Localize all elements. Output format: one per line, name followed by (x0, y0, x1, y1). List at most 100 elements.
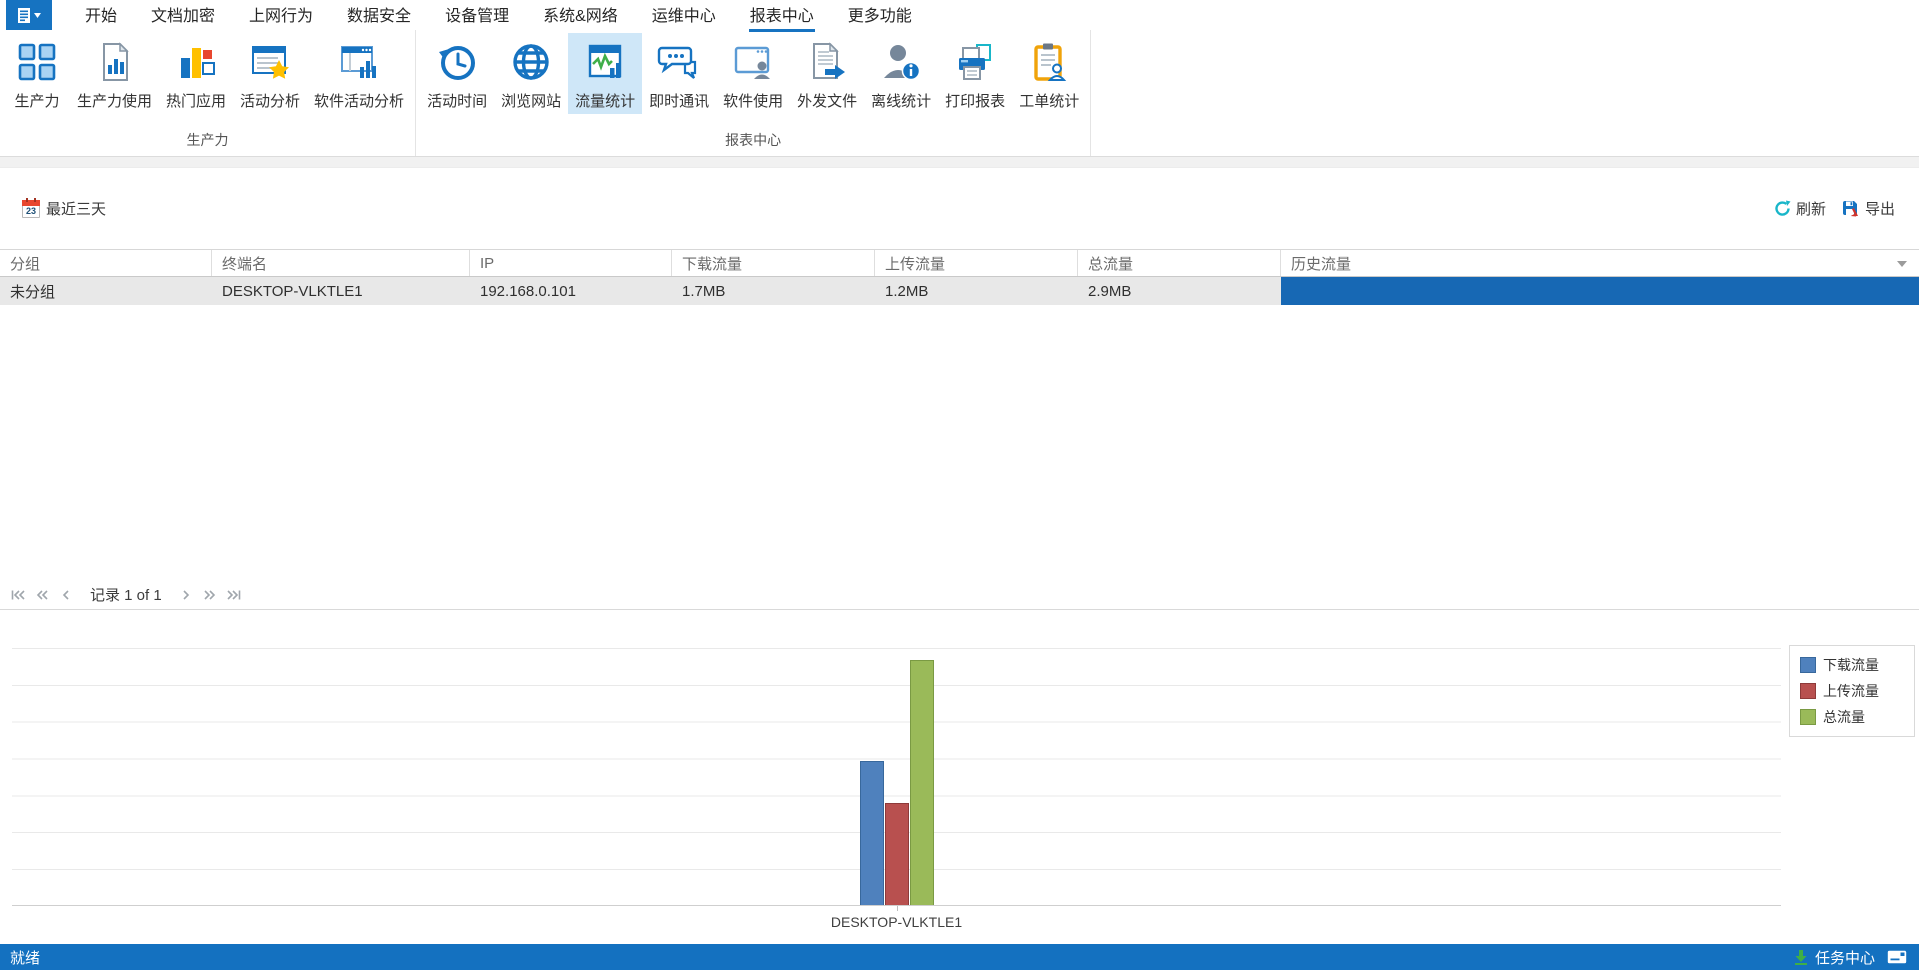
legend-item-total: 总流量 (1800, 707, 1904, 727)
cell-download: 1.7MB (682, 282, 726, 300)
app-menu-button[interactable] (6, 0, 52, 30)
ribbon-button-traffic-statistics[interactable]: 流量统计 (568, 33, 643, 114)
ribbon-button-activity-analysis[interactable]: 活动分析 (233, 33, 307, 114)
tab-device-management[interactable]: 设备管理 (428, 0, 526, 30)
tab-home[interactable]: 开始 (68, 0, 134, 30)
fast-prev-page-button[interactable] (32, 585, 52, 605)
globe-icon (507, 38, 555, 86)
ribbon-tabs: 开始 文档加密 上网行为 数据安全 设备管理 系统&网络 运维中心 报表中心 更… (68, 0, 929, 32)
chart-legend: 下载流量 上传流量 总流量 (1789, 645, 1915, 737)
ribbon-group-productivity: 生产力 生产力使用 热门应用 活动分析 软件活动分析 生产力 (0, 30, 417, 156)
clock-history-icon (433, 38, 481, 86)
tab-system-network[interactable]: 系统&网络 (526, 0, 635, 30)
column-header-download[interactable]: 下载流量 (672, 250, 875, 276)
person-info-icon (877, 38, 925, 86)
ribbon-group-label-report-center: 报表中心 (725, 132, 782, 148)
column-header-ip[interactable]: IP (470, 250, 672, 276)
legend-swatch-2 (1800, 709, 1816, 725)
tab-doc-encryption[interactable]: 文档加密 (134, 0, 232, 30)
bar-chart-icon (172, 38, 220, 86)
cell-terminal: DESKTOP-VLKTLE1 (222, 282, 363, 300)
cell-group: 未分组 (10, 283, 56, 301)
panel-star-icon (246, 38, 294, 86)
grid-icon (13, 38, 61, 86)
document-arrow-icon (803, 38, 851, 86)
cell-history (1281, 277, 1919, 305)
ribbon-button-browse-websites[interactable]: 浏览网站 (494, 33, 568, 114)
ribbon-button-productivity[interactable]: 生产力 (4, 33, 70, 114)
legend-item-upload: 上传流量 (1800, 681, 1904, 701)
tab-bar: 开始 文档加密 上网行为 数据安全 设备管理 系统&网络 运维中心 报表中心 更… (0, 0, 1919, 32)
cell-upload: 1.2MB (885, 282, 929, 300)
table-header: 分组 终端名 IP 下载流量 上传流量 总流量 历史流量 (0, 250, 1919, 277)
tab-web-behavior[interactable]: 上网行为 (232, 0, 330, 30)
traffic-chart-section: DESKTOP-VLKTLE1 下载流量 上传流量 总流量 (0, 610, 1919, 944)
column-header-total[interactable]: 总流量 (1078, 250, 1281, 276)
chart-bar-1 (884, 803, 909, 905)
chart-plot: DESKTOP-VLKTLE1 (12, 648, 1781, 930)
window-person-icon (729, 38, 777, 86)
cell-total: 2.9MB (1088, 282, 1132, 300)
ribbon-button-productivity-usage[interactable]: 生产力使用 (70, 33, 159, 114)
chart-bar-0 (859, 761, 884, 905)
date-range-filter[interactable]: 23 最近三天 (22, 197, 107, 219)
tab-ops-center[interactable]: 运维中心 (635, 0, 733, 30)
ribbon: 生产力 生产力使用 热门应用 活动分析 软件活动分析 生产力 活动时间 浏览网站… (0, 30, 1919, 157)
legend-swatch-1 (1800, 683, 1816, 699)
ribbon-button-print-report[interactable]: 打印报表 (938, 33, 1012, 114)
download-icon (1793, 949, 1809, 965)
filter-toolbar: 23 最近三天 刷新 导出 (0, 168, 1919, 249)
ribbon-button-instant-messaging[interactable]: 即时通讯 (642, 33, 716, 114)
column-header-terminal[interactable]: 终端名 (212, 250, 470, 276)
column-header-group[interactable]: 分组 (0, 250, 212, 276)
task-center-button[interactable]: 任务中心 (1793, 947, 1875, 968)
x-axis-tick (896, 906, 898, 911)
ribbon-button-work-order-statistics[interactable]: 工单统计 (1012, 33, 1086, 114)
tab-more-features[interactable]: 更多功能 (831, 0, 929, 30)
ribbon-button-software-usage[interactable]: 软件使用 (716, 33, 790, 114)
traffic-table: 分组 终端名 IP 下载流量 上传流量 总流量 历史流量 未分组 DESKTOP… (0, 249, 1919, 305)
pagination-bar: 记录 1 of 1 (0, 580, 1919, 610)
tab-report-center[interactable]: 报表中心 (733, 0, 831, 32)
status-bar: 就绪 任务中心 (0, 944, 1919, 970)
x-axis-category-label: DESKTOP-VLKTLE1 (830, 914, 963, 930)
column-header-upload[interactable]: 上传流量 (875, 250, 1078, 276)
ribbon-button-outgoing-files[interactable]: 外发文件 (790, 33, 864, 114)
record-count-label: 记录 1 of 1 (90, 587, 162, 604)
printer-icon (951, 38, 999, 86)
chart-bars (859, 660, 934, 905)
ribbon-divider-strip (0, 157, 1919, 168)
date-range-label: 最近三天 (46, 201, 107, 218)
history-traffic-bar (1281, 277, 1919, 305)
ribbon-group-label-productivity: 生产力 (186, 132, 229, 148)
table-empty-area (0, 305, 1919, 580)
prev-page-button[interactable] (56, 585, 76, 605)
clipboard-person-icon (1025, 38, 1073, 86)
refresh-button[interactable]: 刷新 (1774, 198, 1826, 219)
ribbon-button-offline-statistics[interactable]: 离线统计 (864, 33, 938, 114)
first-page-button[interactable] (8, 585, 28, 605)
last-page-button[interactable] (224, 585, 244, 605)
ribbon-button-hot-apps[interactable]: 热门应用 (159, 33, 233, 114)
traffic-pulse-icon (581, 38, 629, 86)
table-row[interactable]: 未分组 DESKTOP-VLKTLE1 192.168.0.101 1.7MB … (0, 277, 1919, 305)
chat-icon (655, 38, 703, 86)
calendar-icon: 23 (22, 197, 40, 218)
column-header-history[interactable]: 历史流量 (1281, 250, 1919, 276)
column-dropdown-icon[interactable] (1897, 261, 1907, 267)
legend-item-download: 下载流量 (1800, 655, 1904, 675)
cell-ip: 192.168.0.101 (480, 282, 576, 300)
chevron-down-icon (34, 12, 41, 18)
refresh-icon (1774, 200, 1791, 217)
fast-next-page-button[interactable] (200, 585, 220, 605)
minimized-window-icon[interactable] (1887, 950, 1907, 964)
document-chart-icon (91, 38, 139, 86)
ribbon-group-report-center: 活动时间 浏览网站 流量统计 即时通讯 软件使用 外发文件 离线统计 打印报表 … (416, 30, 1092, 156)
tab-data-security[interactable]: 数据安全 (330, 0, 428, 30)
status-ready-label: 就绪 (10, 949, 41, 967)
next-page-button[interactable] (176, 585, 196, 605)
export-button[interactable]: 导出 (1842, 198, 1895, 219)
ribbon-button-activity-time[interactable]: 活动时间 (420, 33, 494, 114)
ribbon-button-software-activity-analysis[interactable]: 软件活动分析 (307, 33, 411, 114)
legend-swatch-0 (1800, 657, 1816, 673)
